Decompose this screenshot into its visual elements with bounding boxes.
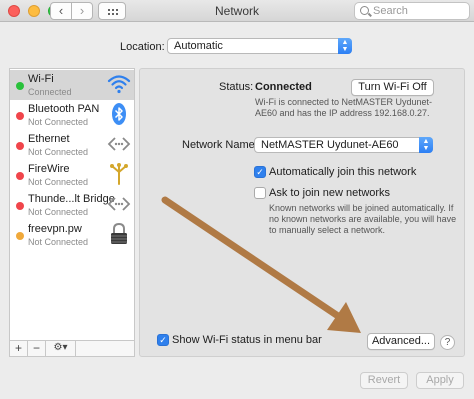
search-icon bbox=[360, 6, 369, 15]
network-name-label: Network Name: bbox=[182, 139, 258, 151]
service-name: Wi-Fi bbox=[28, 73, 54, 85]
service-item-wifi[interactable]: Wi-Fi Connected bbox=[10, 70, 134, 100]
service-name: FireWire bbox=[28, 163, 70, 175]
status-dot bbox=[16, 172, 24, 180]
service-status: Not Connected bbox=[28, 147, 89, 157]
add-service-button[interactable]: + bbox=[10, 341, 28, 356]
checkmark-icon: ✓ bbox=[256, 167, 264, 177]
service-status: Not Connected bbox=[28, 207, 89, 217]
location-value: Automatic bbox=[174, 40, 223, 52]
search-input[interactable] bbox=[373, 4, 465, 18]
ask-join-label: Ask to join new networks bbox=[269, 187, 391, 199]
ask-join-description-line2: no known networks are available, you wil… bbox=[269, 214, 457, 224]
service-item-thunderbolt-bridge[interactable]: Thunde...lt Bridge Not Connected bbox=[10, 190, 134, 220]
show-wifi-status-label: Show Wi-Fi status in menu bar bbox=[172, 334, 322, 346]
service-name: Ethernet bbox=[28, 133, 70, 145]
status-value: Connected bbox=[255, 81, 312, 93]
service-name: Bluetooth PAN bbox=[28, 103, 100, 115]
vpn-lock-icon bbox=[111, 222, 127, 244]
status-description-line1: Wi-Fi is connected to NetMASTER Uydunet- bbox=[255, 97, 433, 107]
location-label: Location: bbox=[120, 41, 165, 53]
status-dot bbox=[16, 202, 24, 210]
search-field[interactable] bbox=[354, 2, 470, 20]
network-name-value: NetMASTER Uydunet-AE60 bbox=[261, 139, 399, 151]
service-item-bluetooth-pan[interactable]: Bluetooth PAN Not Connected bbox=[10, 100, 134, 130]
bluetooth-icon bbox=[112, 103, 126, 125]
auto-join-checkbox[interactable]: ✓ bbox=[254, 166, 266, 178]
auto-join-label: Automatically join this network bbox=[269, 166, 417, 178]
service-name: freevpn.pw bbox=[28, 223, 82, 235]
network-name-select[interactable]: NetMASTER Uydunet-AE60 ▲ ▼ bbox=[254, 137, 433, 153]
service-status: Not Connected bbox=[28, 117, 89, 127]
thunderbolt-arrows-icon bbox=[107, 197, 131, 211]
firewire-icon bbox=[110, 163, 128, 185]
status-dot bbox=[16, 142, 24, 150]
turn-wifi-off-button[interactable]: Turn Wi-Fi Off bbox=[351, 79, 434, 96]
service-status: Connected bbox=[28, 87, 72, 97]
ask-join-description-line1: Known networks will be joined automatica… bbox=[269, 203, 454, 213]
ethernet-arrows-icon bbox=[107, 137, 131, 151]
service-status: Not Connected bbox=[28, 177, 89, 187]
updown-arrows-icon: ▲ ▼ bbox=[419, 137, 433, 153]
checkmark-icon: ✓ bbox=[159, 335, 167, 345]
wifi-icon bbox=[107, 75, 131, 94]
status-description-line2: AE60 and has the IP address 192.168.0.27… bbox=[255, 108, 430, 118]
service-item-firewire[interactable]: FireWire Not Connected bbox=[10, 160, 134, 190]
remove-service-button[interactable]: − bbox=[28, 341, 46, 356]
service-action-menu-button[interactable]: ⚙▾ bbox=[46, 341, 76, 356]
title-bar: ‹ › Network bbox=[0, 0, 474, 22]
revert-button[interactable]: Revert bbox=[360, 372, 408, 389]
service-list: Wi-Fi Connected Bluetooth PAN Not Connec… bbox=[9, 68, 135, 341]
show-wifi-status-checkbox[interactable]: ✓ bbox=[157, 334, 169, 346]
sidebar-toolbar: + − ⚙▾ bbox=[9, 341, 135, 357]
status-dot bbox=[16, 232, 24, 240]
ask-join-checkbox[interactable] bbox=[254, 187, 266, 199]
status-label: Status: bbox=[219, 81, 254, 93]
advanced-button[interactable]: Advanced... bbox=[367, 333, 435, 350]
help-button[interactable]: ? bbox=[440, 335, 455, 350]
service-status: Not Connected bbox=[28, 237, 89, 247]
location-select[interactable]: Automatic ▲ ▼ bbox=[167, 38, 352, 54]
status-dot bbox=[16, 82, 24, 90]
status-dot bbox=[16, 112, 24, 120]
updown-arrows-icon: ▲ ▼ bbox=[338, 38, 352, 54]
ask-join-description-line3: to manually select a network. bbox=[269, 225, 386, 235]
service-item-ethernet[interactable]: Ethernet Not Connected bbox=[10, 130, 134, 160]
service-item-freevpn[interactable]: freevpn.pw Not Connected bbox=[10, 220, 134, 250]
service-name: Thunde...lt Bridge bbox=[28, 193, 115, 205]
apply-button[interactable]: Apply bbox=[416, 372, 464, 389]
